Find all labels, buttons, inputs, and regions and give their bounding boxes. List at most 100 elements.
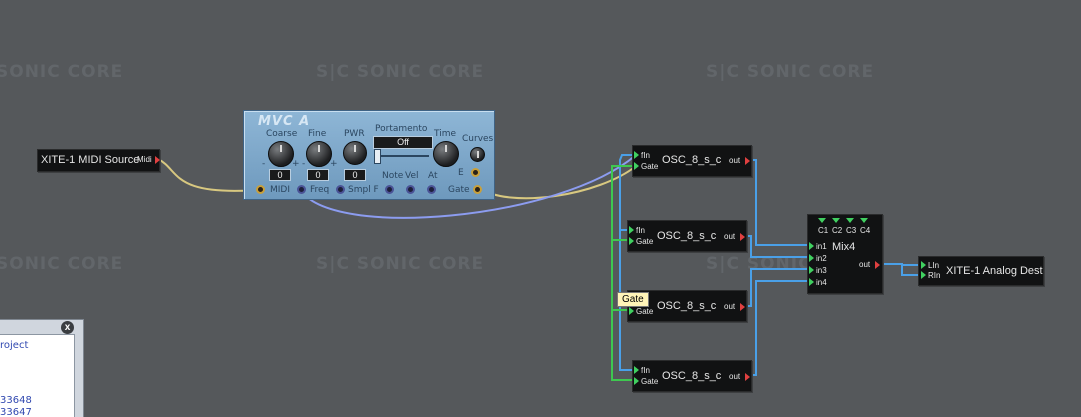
smpl-jack-label: Smpl F: [348, 185, 379, 195]
gate-jack-label: Gate: [448, 185, 470, 195]
pwr-value[interactable]: 0: [344, 169, 366, 181]
osc-name: OSC_8_s_c: [662, 154, 722, 166]
fin-pin-label: fIn: [641, 366, 650, 375]
rin-pin[interactable]: [921, 271, 926, 279]
midi-jack-label: MIDI: [270, 185, 291, 195]
portamento-slider-handle[interactable]: [374, 149, 381, 164]
channel-indicator: [846, 218, 854, 223]
coarse-knob[interactable]: [268, 141, 294, 167]
midi-source-module[interactable]: XITE-1 MIDI Source Midi: [37, 149, 160, 172]
properties-panel[interactable]: roject 33648 33647: [0, 319, 84, 417]
channel-label: C2: [832, 226, 843, 235]
mvc-a-module[interactable]: MVC A Coarse - + 0 Fine - + 0 PWR 0 Port…: [243, 110, 495, 200]
out-pin-label: out: [724, 302, 736, 311]
rin-label: RIn: [928, 271, 941, 280]
in1-label: in1: [816, 242, 827, 251]
in4-label: in4: [816, 278, 827, 287]
out-pin-label: out: [724, 232, 736, 241]
at-label: At: [428, 171, 438, 181]
properties-list[interactable]: roject 33648 33647: [0, 334, 75, 417]
wire-osc-to-mixer: [745, 159, 812, 376]
analog-dest-module[interactable]: LIn RIn XITE-1 Analog Dest: [918, 256, 1044, 286]
midi-in-jack[interactable]: [256, 185, 265, 194]
in2-label: in2: [816, 254, 827, 263]
gate-pin-label: Gate: [636, 237, 654, 246]
wire-fin-bus: [619, 154, 636, 371]
wires-layer: [157, 154, 922, 381]
portamento-label: Portamento: [375, 124, 428, 134]
mix4-module[interactable]: C1 C2 C3 C4 Mix4 in1 in2 in3 in4 out: [807, 214, 883, 294]
vel-jack[interactable]: [406, 185, 415, 194]
mixer-out-pin[interactable]: [875, 261, 880, 269]
gate-pin[interactable]: [629, 307, 634, 315]
freq-jack-label: Freq: [310, 185, 330, 195]
coarse-label: Coarse: [266, 129, 298, 139]
in4-pin[interactable]: [809, 278, 814, 286]
property-text: roject: [0, 340, 29, 351]
out-pin[interactable]: [745, 373, 750, 381]
time-knob[interactable]: [433, 141, 459, 167]
gate-pin-label: Gate: [641, 162, 659, 171]
fin-pin-label: fIn: [636, 226, 645, 235]
note-label: Note: [382, 171, 404, 181]
curves-jack[interactable]: [471, 168, 480, 177]
at-jack[interactable]: [427, 185, 436, 194]
out-pin-label: out: [729, 156, 741, 165]
gate-pin[interactable]: [634, 377, 639, 385]
fin-pin-label: fIn: [641, 151, 650, 160]
osc-module-1[interactable]: fIn Gate OSC_8_s_c out: [632, 145, 752, 177]
property-text: 33648: [0, 395, 32, 406]
wire-gate-bus: [611, 165, 636, 381]
channel-indicator: [832, 218, 840, 223]
midi-out-pin-label: Midi: [137, 155, 152, 164]
fine-knob[interactable]: [306, 141, 332, 167]
property-text: 33647: [0, 407, 32, 417]
close-icon[interactable]: x: [61, 321, 74, 334]
curves-knob[interactable]: [470, 147, 485, 162]
gate-pin[interactable]: [634, 162, 639, 170]
e-label: E: [458, 168, 464, 178]
channel-label: C1: [818, 226, 829, 235]
coarse-value[interactable]: 0: [269, 169, 291, 181]
channel-indicator: [860, 218, 868, 223]
osc-module-2[interactable]: fIn Gate OSC_8_s_c out: [627, 220, 747, 252]
patch-canvas[interactable]: SONIC CORE S|C SONIC CORE S|C SONIC CORE…: [0, 0, 1081, 417]
gate-tooltip: Gate: [617, 292, 649, 307]
vel-label: Vel: [405, 171, 419, 181]
portamento-select[interactable]: Off: [373, 136, 433, 149]
fine-label: Fine: [308, 129, 327, 139]
fin-pin[interactable]: [634, 151, 639, 159]
fine-plus: +: [330, 159, 338, 169]
fin-pin[interactable]: [629, 226, 634, 234]
note-jack[interactable]: [385, 185, 394, 194]
in1-pin[interactable]: [809, 242, 814, 250]
pwr-knob[interactable]: [343, 141, 367, 165]
gate-pin[interactable]: [629, 237, 634, 245]
in3-pin[interactable]: [809, 266, 814, 274]
fin-pin[interactable]: [634, 366, 639, 374]
mixer-out-label: out: [859, 260, 871, 269]
out-pin[interactable]: [740, 303, 745, 311]
out-pin-label: out: [729, 372, 741, 381]
pwr-label: PWR: [344, 129, 365, 139]
gate-pin-label: Gate: [641, 377, 659, 386]
out-pin[interactable]: [745, 157, 750, 165]
wire-mixer-to-dest: [882, 263, 922, 276]
lin-pin[interactable]: [921, 261, 926, 269]
midi-out-pin[interactable]: [155, 156, 160, 164]
lin-label: LIn: [928, 261, 940, 270]
osc-module-4[interactable]: fIn Gate OSC_8_s_c out: [632, 360, 752, 392]
smpl-jack[interactable]: [336, 185, 345, 194]
in3-label: in3: [816, 266, 827, 275]
module-name: XITE-1 Analog Dest: [946, 265, 1043, 277]
fine-minus: -: [302, 159, 306, 169]
module-name: XITE-1 MIDI Source: [41, 154, 140, 166]
gate-out-jack[interactable]: [473, 185, 482, 194]
portamento-slider-track[interactable]: [375, 155, 429, 157]
fine-value[interactable]: 0: [307, 169, 329, 181]
curves-label: Curves: [462, 134, 494, 144]
osc-name: OSC_8_s_c: [657, 230, 717, 242]
out-pin[interactable]: [740, 233, 745, 241]
in2-pin[interactable]: [809, 254, 814, 262]
freq-out-jack[interactable]: [297, 185, 306, 194]
